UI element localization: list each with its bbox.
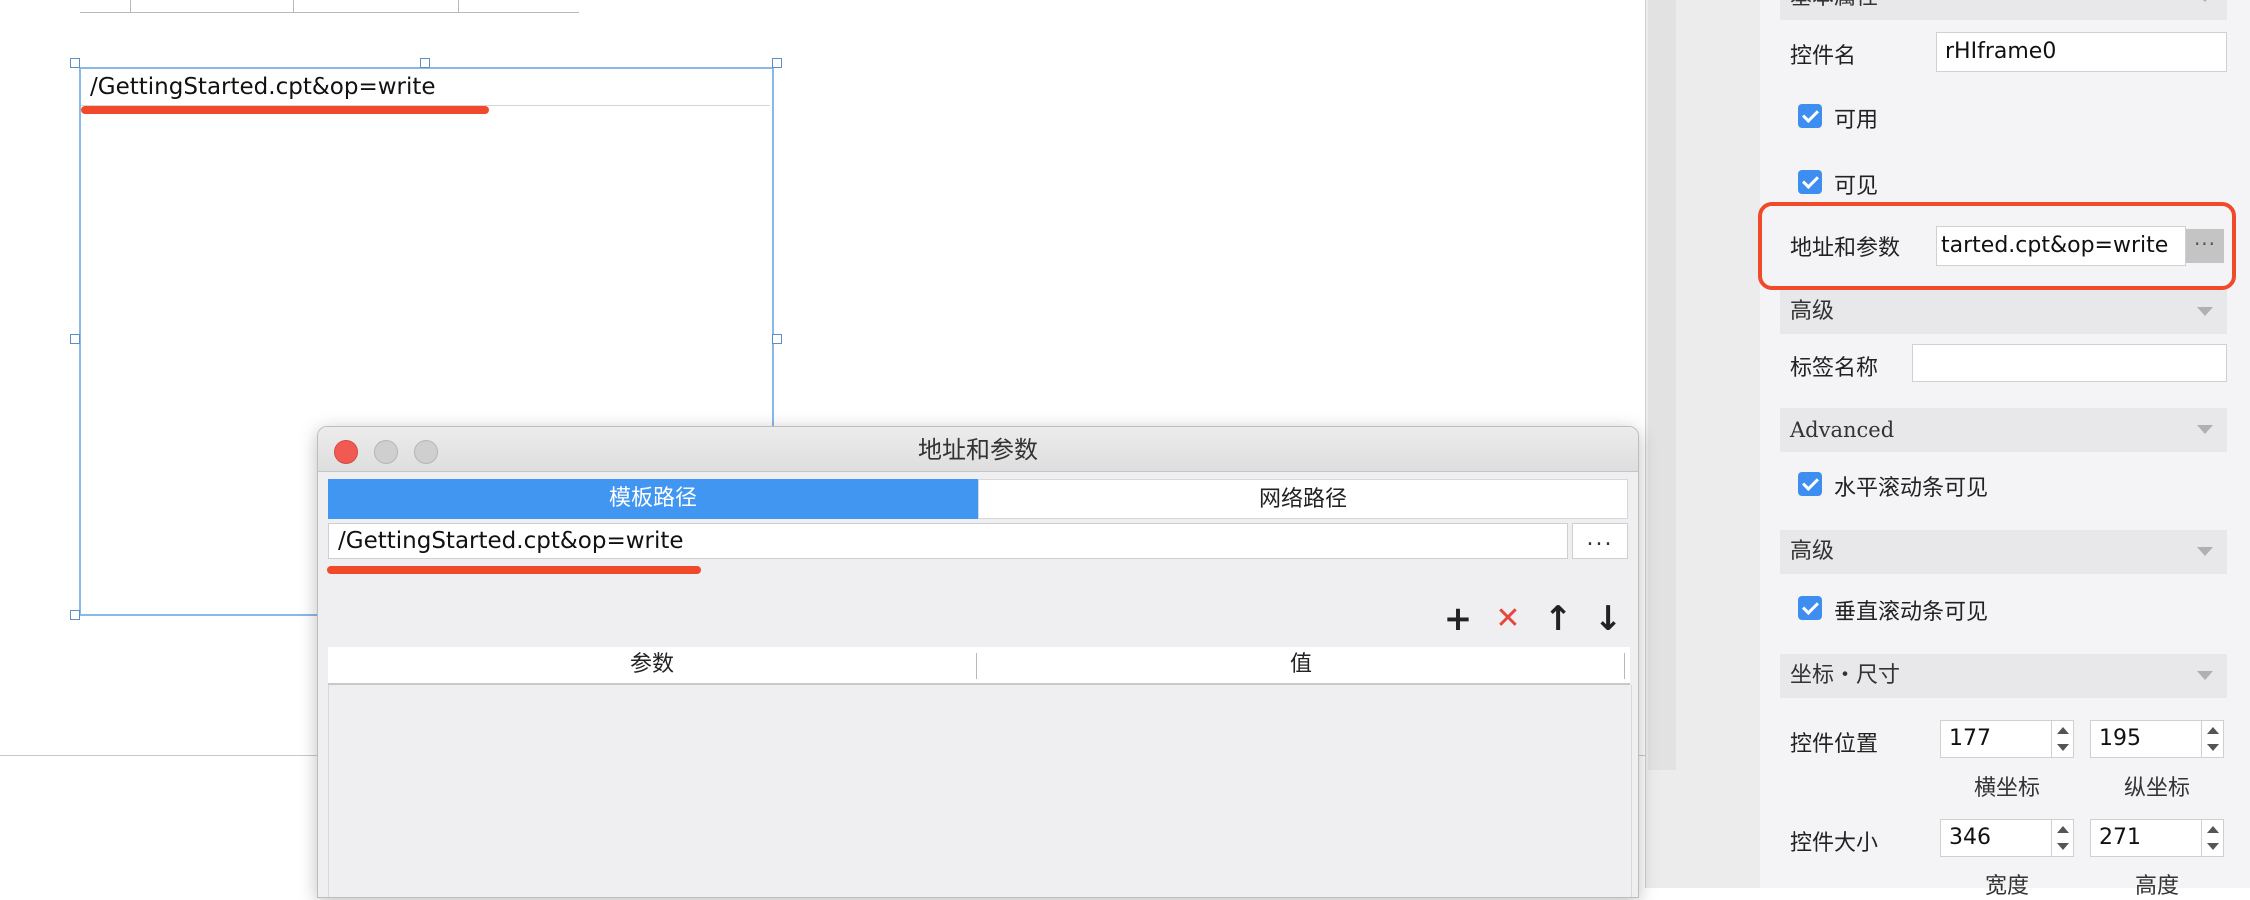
position-y-input[interactable]: 195 <box>2090 720 2202 758</box>
canvas-table-cell[interactable] <box>80 0 131 13</box>
close-window-button[interactable] <box>334 440 358 464</box>
address-params-dialog: 地址和参数 模板路径 网络路径 /GettingStarted.cpt&op=w… <box>317 426 1639 898</box>
chevron-down-icon <box>2197 547 2213 556</box>
column-header-value[interactable]: 值 <box>977 647 1625 683</box>
widget-name-label: 控件名 <box>1790 44 1857 69</box>
vertical-scrollbar-label: 垂直滚动条可见 <box>1834 600 1989 625</box>
iframe-url-text: /GettingStarted.cpt&op=write <box>90 74 436 100</box>
visible-checkbox[interactable] <box>1798 170 1822 194</box>
chevron-down-icon[interactable] <box>2057 744 2069 751</box>
minimize-window-button[interactable] <box>374 440 398 464</box>
tab-template-path[interactable]: 模板路径 <box>328 479 978 519</box>
chevron-down-icon[interactable] <box>2207 843 2219 850</box>
chevron-up-icon[interactable] <box>2057 826 2069 833</box>
height-sublabel: 高度 <box>2134 874 2179 899</box>
section-label: 高级 <box>1790 539 1835 564</box>
chevron-up-icon[interactable] <box>2057 727 2069 734</box>
chevron-down-icon <box>2197 425 2213 434</box>
section-advanced-scrollbar-v[interactable]: 高级 <box>1780 530 2227 574</box>
x-coordinate-label: 横坐标 <box>1973 776 2040 801</box>
section-advanced[interactable]: 高级 <box>1780 290 2227 334</box>
position-label: 控件位置 <box>1790 732 1879 757</box>
resize-handle-bottom-left[interactable] <box>70 610 80 620</box>
enabled-checkbox[interactable] <box>1798 104 1822 128</box>
chevron-down-icon <box>2197 307 2213 316</box>
params-table-header: 参数 值 <box>328 647 1630 685</box>
section-advanced-scrollbar-h[interactable]: Advanced <box>1780 408 2227 452</box>
chevron-up-icon[interactable] <box>2207 727 2219 734</box>
chevron-down-icon <box>2197 671 2213 680</box>
resize-handle-right[interactable] <box>772 334 782 344</box>
height-input[interactable]: 271 <box>2090 819 2202 857</box>
section-label: Advanced <box>1790 418 1895 442</box>
chevron-down-icon[interactable] <box>2057 843 2069 850</box>
move-down-icon[interactable]: ↓ <box>1588 599 1628 639</box>
position-x-input[interactable]: 177 <box>1940 720 2052 758</box>
resize-handle-top[interactable] <box>420 58 430 68</box>
vertical-scrollbar-checkbox[interactable] <box>1798 596 1822 620</box>
resize-handle-top-left[interactable] <box>70 58 80 68</box>
horizontal-scrollbar-checkbox[interactable] <box>1798 472 1822 496</box>
section-label: 高级 <box>1790 299 1835 324</box>
dialog-title: 地址和参数 <box>918 436 1038 464</box>
chevron-up-icon[interactable] <box>2207 826 2219 833</box>
browse-button[interactable]: ... <box>1572 523 1628 559</box>
width-stepper[interactable] <box>2052 819 2074 857</box>
visible-label: 可见 <box>1834 174 1879 199</box>
section-label: 基本属性 <box>1790 0 1878 20</box>
horizontal-scrollbar-label: 水平滚动条可见 <box>1834 476 1989 501</box>
enabled-label: 可用 <box>1834 108 1879 133</box>
y-coordinate-label: 纵坐标 <box>2123 776 2190 801</box>
canvas-scroll-thumb[interactable] <box>1648 0 1676 770</box>
resize-handle-left[interactable] <box>70 334 80 344</box>
address-params-edit-button[interactable]: ··· <box>2186 229 2224 263</box>
delete-icon[interactable]: ✕ <box>1488 599 1528 639</box>
widget-name-input[interactable]: rHIframe0 <box>1936 32 2227 72</box>
annotation-underline <box>327 566 701 574</box>
maximize-window-button[interactable] <box>414 440 438 464</box>
resize-handle-top-right[interactable] <box>772 58 782 68</box>
tag-name-label: 标签名称 <box>1790 356 1879 381</box>
section-coordinates-size[interactable]: 坐标・尺寸 <box>1780 654 2227 698</box>
section-label: 坐标・尺寸 <box>1790 663 1901 688</box>
chevron-down-icon <box>2197 0 2213 2</box>
width-input[interactable]: 346 <box>1940 819 2052 857</box>
section-basic-properties[interactable]: 基本属性 <box>1780 0 2227 20</box>
annotation-underline <box>81 106 489 114</box>
add-icon[interactable]: + <box>1438 599 1478 639</box>
canvas-table-cell[interactable] <box>294 0 459 13</box>
address-params-input[interactable]: tarted.cpt&op=write <box>1936 226 2186 266</box>
position-y-stepper[interactable] <box>2202 720 2224 758</box>
height-stepper[interactable] <box>2202 819 2224 857</box>
tab-network-path[interactable]: 网络路径 <box>978 479 1628 519</box>
width-sublabel: 宽度 <box>1984 874 2029 899</box>
size-label: 控件大小 <box>1790 831 1879 856</box>
panel-gutter <box>1680 0 1760 888</box>
column-header-param[interactable]: 参数 <box>328 647 976 683</box>
tag-name-input[interactable] <box>1912 344 2227 382</box>
address-params-label: 地址和参数 <box>1790 236 1901 261</box>
template-path-input[interactable]: /GettingStarted.cpt&op=write <box>328 523 1568 559</box>
chevron-down-icon[interactable] <box>2207 744 2219 751</box>
canvas-table-cell[interactable] <box>459 0 579 13</box>
move-up-icon[interactable]: ↑ <box>1538 599 1578 639</box>
position-x-stepper[interactable] <box>2052 720 2074 758</box>
canvas-table-cell[interactable] <box>131 0 294 13</box>
params-table-body[interactable] <box>328 685 1632 897</box>
